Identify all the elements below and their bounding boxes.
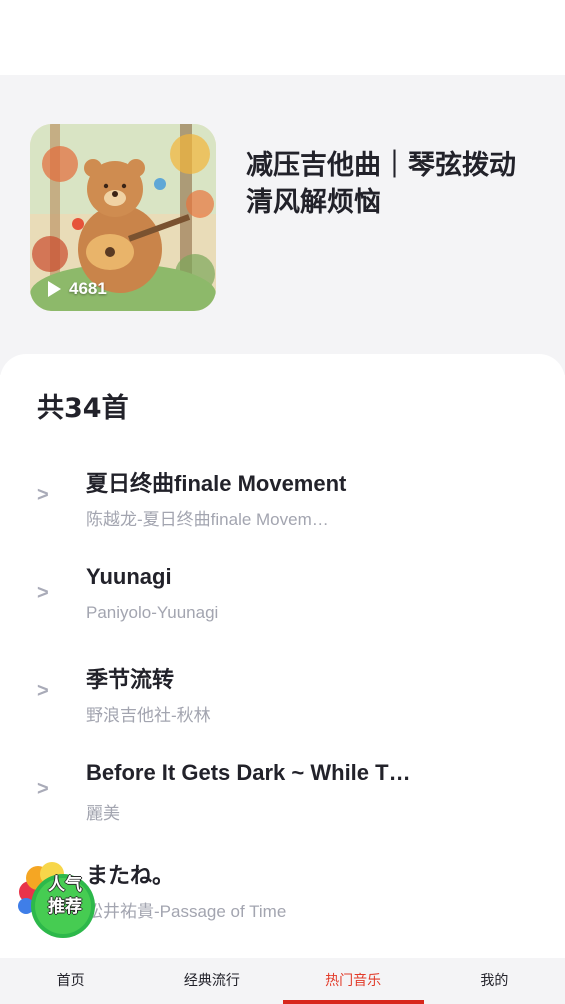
- page: 4681 减压吉他曲｜琴弦拨动清风解烦恼 共34首 > 夏日终曲finale M…: [0, 0, 565, 1004]
- playlist-title: 减压吉他曲｜琴弦拨动清风解烦恼: [246, 150, 516, 218]
- tab-label: 我的: [480, 973, 509, 989]
- popular-recommend-badge[interactable]: 人气 推荐: [16, 862, 98, 942]
- badge-line-2: 推荐: [48, 897, 82, 917]
- playlist-cover[interactable]: 4681: [30, 124, 216, 311]
- song-subtitle: 麗美: [86, 804, 120, 823]
- song-title: Before It Gets Dark ~ While T…: [86, 760, 411, 785]
- chevron-right-icon: >: [37, 680, 49, 702]
- tab-label: 首页: [56, 973, 85, 989]
- song-row[interactable]: > Yuunagi Paniyolo-Yuunagi: [0, 548, 565, 644]
- play-icon: [48, 281, 61, 297]
- active-tab-indicator: [282, 1000, 424, 1004]
- tab-classic-pop[interactable]: 经典流行: [141, 958, 282, 1004]
- song-row[interactable]: > 夏日终曲finale Movement 陈越龙-夏日终曲finale Mov…: [0, 450, 565, 546]
- song-title: 夏日终曲finale Movement: [86, 471, 347, 496]
- tab-hot-music[interactable]: 热门音乐: [282, 958, 424, 1004]
- tab-label: 经典流行: [183, 973, 240, 989]
- song-count: 共34首: [37, 393, 129, 424]
- song-subtitle: 野浪吉他社-秋林: [86, 706, 211, 725]
- tab-mine[interactable]: 我的: [424, 958, 565, 1004]
- song-subtitle: 松井祐貴-Passage of Time: [86, 902, 287, 921]
- chevron-right-icon: >: [37, 778, 49, 800]
- playlist-header: 4681 减压吉他曲｜琴弦拨动清风解烦恼: [0, 75, 565, 375]
- song-subtitle: 陈越龙-夏日终曲finale Movem…: [86, 510, 329, 529]
- play-count: 4681: [48, 279, 107, 299]
- bottom-tab-bar: 首页 经典流行 热门音乐 我的: [0, 958, 565, 1004]
- badge-label: 人气 推荐: [38, 874, 92, 918]
- top-bar: [0, 0, 565, 75]
- song-title: またね。: [86, 863, 175, 888]
- tab-label: 热门音乐: [325, 973, 382, 989]
- song-title: 季节流转: [86, 667, 175, 692]
- song-subtitle: Paniyolo-Yuunagi: [86, 603, 219, 622]
- song-title: Yuunagi: [86, 564, 172, 589]
- song-row[interactable]: > Before It Gets Dark ~ While T… 麗美: [0, 744, 565, 840]
- chevron-right-icon: >: [37, 582, 49, 604]
- tab-home[interactable]: 首页: [0, 958, 141, 1004]
- song-row[interactable]: > 季节流转 野浪吉他社-秋林: [0, 646, 565, 742]
- badge-line-1: 人气: [48, 875, 82, 895]
- chevron-right-icon: >: [37, 484, 49, 506]
- play-count-value: 4681: [69, 279, 107, 298]
